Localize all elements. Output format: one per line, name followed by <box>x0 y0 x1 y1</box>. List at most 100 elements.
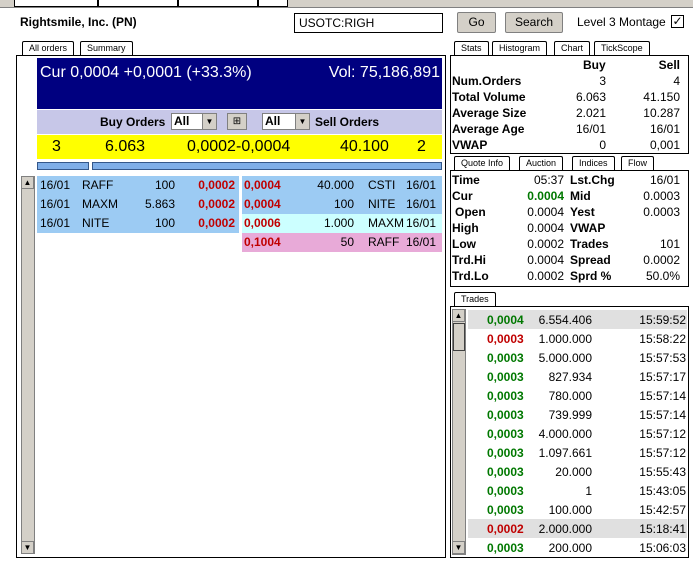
market-maker: RAFF <box>82 178 114 192</box>
tab-quote-info[interactable]: Quote Info <box>454 156 511 170</box>
window-tab-3[interactable] <box>178 0 258 7</box>
trade-row[interactable]: 0,0003 20.000 15:55:43 <box>468 462 687 481</box>
quote-label: Mid <box>570 189 591 203</box>
trade-row[interactable]: 0,0003 827.934 15:57:17 <box>468 367 687 386</box>
buy-order-row[interactable]: 16/01 RAFF 100 0,0002 <box>37 176 239 195</box>
sell-order-row[interactable]: 0,0004 40.000 CSTI 16/01 <box>242 176 442 195</box>
trade-row[interactable]: 0,0003 739.999 15:57:14 <box>468 405 687 424</box>
best-bid: 0,0002 <box>187 138 236 155</box>
order-price: 0,1004 <box>244 235 281 249</box>
order-date: 16/01 <box>406 178 437 192</box>
sell-order-row[interactable]: 0,0004 100 NITE 16/01 <box>242 195 442 214</box>
trade-size: 1 <box>585 484 592 498</box>
trade-price: 0,0004 <box>487 313 524 327</box>
sell-order-row[interactable]: 0,1004 50 RAFF 16/01 <box>242 233 442 252</box>
stats-label: Num.Orders <box>452 74 522 88</box>
security-title: Rightsmile, Inc. (PN) <box>20 15 137 29</box>
tab-all-orders[interactable]: All orders <box>22 41 75 55</box>
order-size: 100 <box>154 216 175 230</box>
current-quote: Cur 0,0004 +0,0001 (+33.3%) <box>40 64 252 81</box>
trade-row[interactable]: 0,0003 1.000.000 15:58:22 <box>468 329 687 348</box>
trade-row[interactable]: 0,0003 200.000 15:06:03 <box>468 538 687 557</box>
tab-chart[interactable]: Chart <box>554 41 591 55</box>
stats-panel: Buy Sell Num.Orders 3 4 Total Volume 6.0… <box>450 55 689 154</box>
tab-indices[interactable]: Indices <box>572 156 615 170</box>
link-icon[interactable]: ⊞ <box>227 113 247 130</box>
trade-time: 15:43:05 <box>639 484 686 498</box>
window-tab-1[interactable] <box>14 0 98 7</box>
trade-row[interactable]: 0,0003 5.000.000 15:57:53 <box>468 348 687 367</box>
trade-time: 15:57:53 <box>639 351 686 365</box>
quote-label: Trades <box>570 237 609 251</box>
search-button[interactable]: Search <box>505 12 563 33</box>
trade-row[interactable]: 0,0004 6.554.406 15:59:52 <box>468 310 687 329</box>
stats-sell: 41.150 <box>643 90 680 104</box>
sell-volume: 40.100 <box>340 138 389 155</box>
trade-time: 15:58:22 <box>639 332 686 346</box>
tab-trades[interactable]: Trades <box>454 292 496 306</box>
tab-summary[interactable]: Summary <box>80 41 133 55</box>
trade-row[interactable]: 0,0003 4.000.000 15:57:12 <box>468 424 687 443</box>
quote-label: Trd.Lo <box>452 269 489 283</box>
trade-price: 0,0003 <box>487 446 524 460</box>
go-button[interactable]: Go <box>457 12 496 33</box>
buy-count: 3 <box>52 138 61 155</box>
trade-row[interactable]: 0,0003 1 15:43:05 <box>468 481 687 500</box>
trade-price: 0,0003 <box>487 408 524 422</box>
sell-filter-select[interactable]: All ▼ <box>262 113 310 130</box>
trade-size: 780.000 <box>548 389 592 403</box>
sell-order-row[interactable]: 0,0006 1.000 MAXM 16/01 <box>242 214 442 233</box>
order-date: 16/01 <box>40 216 71 230</box>
trade-size: 739.999 <box>548 408 592 422</box>
window-tab-2[interactable] <box>98 0 178 7</box>
tab-flow[interactable]: Flow <box>621 156 655 170</box>
quote-value: 0.0004 <box>527 189 564 203</box>
stats-label: Average Age <box>452 122 525 136</box>
montage-checkbox[interactable]: ✓ <box>671 15 684 28</box>
summary-row: 3 6.063 0,0002 -0,0004 40.100 2 <box>37 135 442 159</box>
market-maker: NITE <box>368 197 396 211</box>
buy-order-row[interactable]: 16/01 MAXM 5.863 0,0002 <box>37 195 239 214</box>
trade-price: 0,0003 <box>487 465 524 479</box>
montage-scrollbar[interactable] <box>21 176 35 554</box>
scroll-down-icon[interactable]: ▼ <box>452 541 465 554</box>
scroll-thumb[interactable] <box>453 323 465 351</box>
stats-label: Average Size <box>452 106 527 120</box>
trade-size: 2.000.000 <box>538 522 592 536</box>
trade-price: 0,0003 <box>487 427 524 441</box>
quote-value: 05:37 <box>533 173 564 187</box>
trade-row[interactable]: 0,0003 100.000 15:42:57 <box>468 500 687 519</box>
buy-order-row[interactable]: 16/01 NITE 100 0,0002 <box>37 214 239 233</box>
order-price: 0,0002 <box>198 216 235 230</box>
symbol-input[interactable] <box>294 13 443 33</box>
scroll-down-icon[interactable]: ▼ <box>21 541 34 554</box>
quote-value: 101 <box>659 237 680 251</box>
order-controls: Buy Orders All ▼ ⊞ All ▼ Sell Orders <box>37 110 442 134</box>
trade-row[interactable]: 0,0002 2.000.000 15:18:41 <box>468 519 687 538</box>
tab-tickscope[interactable]: TickScope <box>594 41 650 55</box>
scroll-up-icon[interactable]: ▲ <box>452 309 465 322</box>
order-price: 0,0004 <box>244 197 281 211</box>
sell-count: 2 <box>417 138 426 155</box>
order-size: 40.000 <box>317 178 354 192</box>
stats-buy: 16/01 <box>575 122 606 136</box>
quote-label: Time <box>452 173 480 187</box>
trade-price: 0,0003 <box>487 370 524 384</box>
trade-time: 15:57:14 <box>639 408 686 422</box>
order-size: 1.000 <box>323 216 354 230</box>
tab-stats[interactable]: Stats <box>454 41 489 55</box>
tab-auction[interactable]: Auction <box>519 156 564 170</box>
trade-row[interactable]: 0,0003 780.000 15:57:14 <box>468 386 687 405</box>
scroll-up-icon[interactable]: ▲ <box>21 176 34 189</box>
trade-time: 15:57:14 <box>639 389 686 403</box>
trade-time: 15:57:12 <box>639 446 686 460</box>
tab-histogram[interactable]: Histogram <box>492 41 548 55</box>
trade-time: 15:57:12 <box>639 427 686 441</box>
buy-filter-select[interactable]: All ▼ <box>171 113 217 130</box>
trade-row[interactable]: 0,0003 1.097.661 15:57:12 <box>468 443 687 462</box>
trade-size: 827.934 <box>548 370 592 384</box>
window-tab-4[interactable] <box>258 0 288 7</box>
market-maker: CSTI <box>368 178 396 192</box>
stats-row: Average Size 2.021 10.287 <box>451 105 688 121</box>
trade-size: 20.000 <box>555 465 592 479</box>
